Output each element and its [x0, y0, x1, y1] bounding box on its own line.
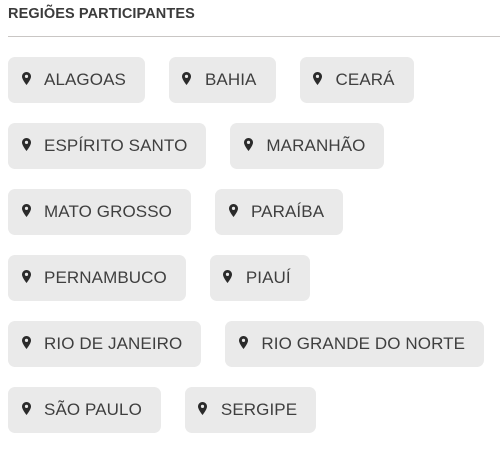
region-chip-label: RIO GRANDE DO NORTE — [261, 334, 466, 353]
map-pin-icon — [198, 401, 208, 415]
region-chip[interactable]: MARANHÃO — [230, 123, 385, 169]
region-chip[interactable]: PARAÍBA — [215, 189, 344, 235]
region-chip-label: RIO DE JANEIRO — [44, 334, 183, 353]
map-pin-icon — [21, 203, 31, 217]
region-chip-list: ALAGOAS BAHIA CEARÁ ESPÍRITO SANTO MARAN… — [8, 57, 498, 433]
region-chip-label: PERNAMBUCO — [44, 268, 167, 287]
region-chip[interactable]: CEARÁ — [299, 57, 414, 103]
map-pin-icon — [243, 137, 253, 151]
region-chip[interactable]: BAHIA — [168, 57, 276, 103]
region-chip-label: BAHIA — [204, 70, 257, 89]
region-chip-label: PIAUÍ — [245, 268, 291, 287]
map-pin-icon — [223, 269, 233, 283]
region-chip-label: MATO GROSSO — [44, 202, 172, 221]
section-divider — [8, 36, 500, 37]
region-chip[interactable]: SERGIPE — [184, 387, 317, 433]
region-chip-label: MARANHÃO — [266, 136, 366, 155]
region-chip-label: SERGIPE — [220, 400, 298, 419]
region-chip-label: CEARÁ — [335, 70, 395, 89]
map-pin-icon — [238, 335, 248, 349]
region-chip[interactable]: RIO GRANDE DO NORTE — [225, 321, 485, 367]
region-chip[interactable]: RIO DE JANEIRO — [8, 321, 202, 367]
map-pin-icon — [21, 137, 31, 151]
region-chip-label: ALAGOAS — [44, 70, 126, 89]
map-pin-icon — [21, 401, 31, 415]
region-chip-label: PARAÍBA — [251, 202, 325, 221]
region-chip[interactable]: MATO GROSSO — [8, 189, 191, 235]
region-chip[interactable]: PERNAMBUCO — [8, 255, 186, 301]
map-pin-icon — [313, 71, 323, 85]
region-chip[interactable]: ALAGOAS — [8, 57, 145, 103]
region-chip[interactable]: SÃO PAULO — [8, 387, 161, 433]
region-chip[interactable]: PIAUÍ — [209, 255, 310, 301]
region-chip-label: ESPÍRITO SANTO — [44, 136, 188, 155]
map-pin-icon — [21, 335, 31, 349]
section-title: REGIÕES PARTICIPANTES — [8, 6, 195, 22]
map-pin-icon — [21, 71, 31, 85]
map-pin-icon — [21, 269, 31, 283]
map-pin-icon — [182, 71, 192, 85]
region-chip[interactable]: ESPÍRITO SANTO — [8, 123, 207, 169]
region-chip-label: SÃO PAULO — [44, 400, 142, 419]
map-pin-icon — [228, 203, 238, 217]
